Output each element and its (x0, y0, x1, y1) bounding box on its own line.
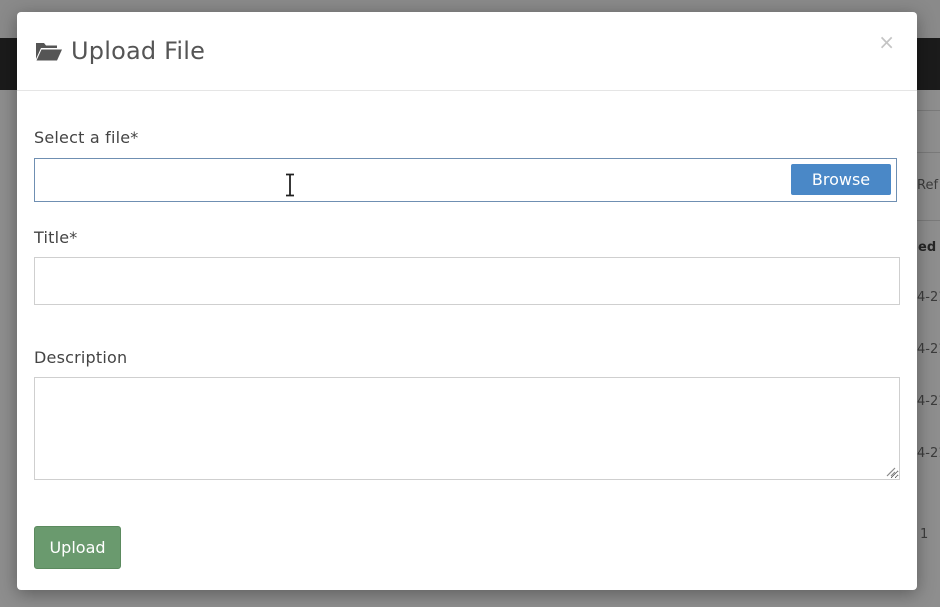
modal-title-text: Upload File (71, 37, 206, 65)
description-field-label: Description (34, 348, 128, 367)
description-textarea[interactable] (34, 377, 900, 480)
close-icon[interactable]: × (878, 32, 895, 52)
background-pager: 1 (920, 527, 929, 542)
background-text: Ref (917, 178, 939, 193)
background-column-header: ed (918, 240, 937, 255)
file-select-group: Browse (34, 158, 897, 203)
background-text: 4-21 (917, 342, 940, 357)
modal-header: Upload File × (17, 12, 917, 91)
file-path-input[interactable] (35, 159, 779, 203)
browse-button[interactable]: Browse (791, 164, 891, 195)
modal-title: Upload File (35, 36, 205, 66)
background-text: 4-21 (917, 394, 940, 409)
text-cursor-icon (286, 173, 294, 197)
upload-button[interactable]: Upload (34, 526, 121, 569)
upload-file-modal: Upload File × Select a file* Browse Titl… (17, 12, 917, 590)
folder-open-icon (35, 40, 63, 62)
title-input[interactable] (34, 257, 900, 305)
title-field-label: Title* (34, 228, 78, 247)
background-text: 4-21 (917, 446, 940, 461)
background-text: 4-21 (917, 290, 940, 305)
file-field-label: Select a file* (34, 128, 139, 147)
resize-grip-icon[interactable] (884, 465, 896, 477)
